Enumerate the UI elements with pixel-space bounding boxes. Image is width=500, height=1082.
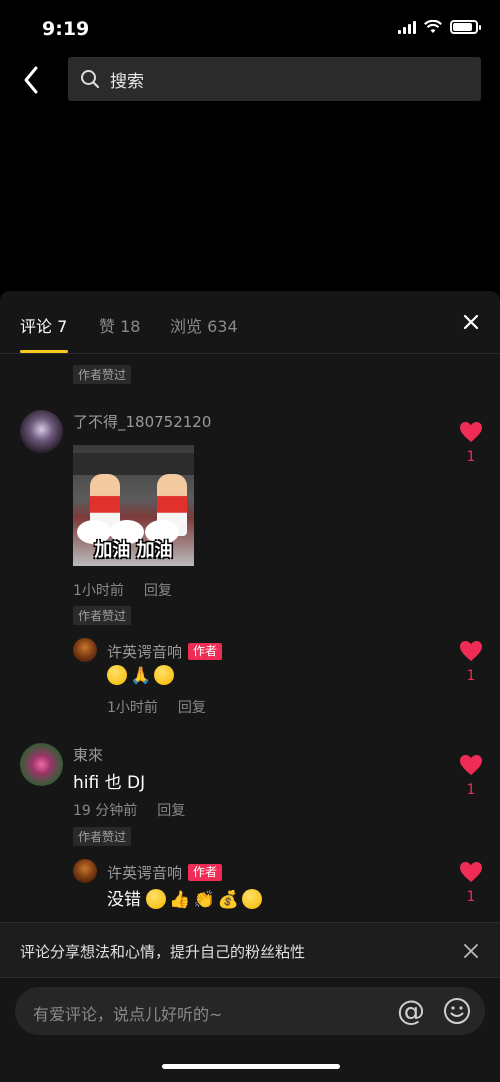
close-hint-icon[interactable] <box>464 944 478 958</box>
comment-input-placeholder: 有爱评论，说点儿好听的~ <box>33 1005 223 1024</box>
like-count: 1 <box>466 889 476 905</box>
like-count: 1 <box>466 449 476 465</box>
comment-username[interactable]: 了不得_180752120 <box>73 411 211 432</box>
author-liked-tag: 作者赞过 <box>73 827 132 846</box>
wifi-icon <box>424 20 442 33</box>
reply-username-text[interactable]: 许英谔音响 <box>107 643 182 661</box>
comment-meta: 1小时前 回复 <box>73 580 172 600</box>
grin-emoji-icon <box>146 889 167 909</box>
reply-username-text[interactable]: 许英谔音响 <box>107 864 182 882</box>
active-tab-indicator <box>20 350 68 353</box>
avatar[interactable] <box>73 859 97 883</box>
author-liked-tag: 作者赞过 <box>73 606 132 625</box>
comment-time: 19 分钟前 <box>73 803 138 819</box>
like-count: 1 <box>466 782 476 798</box>
status-bar: 9:19 <box>0 0 500 56</box>
status-time: 9:19 <box>42 18 90 40</box>
reply-button[interactable]: 回复 <box>178 700 206 716</box>
signal-icon <box>398 20 416 34</box>
home-indicator <box>162 1064 340 1069</box>
thumbs-up-emoji-icon: 👍 <box>169 890 191 910</box>
reply-username: 许英谔音响 作者 <box>107 641 223 662</box>
like-button[interactable]: 1 <box>458 754 484 798</box>
author-badge: 作者 <box>188 864 223 881</box>
heart-icon <box>460 641 482 661</box>
tab-comments[interactable]: 评论 7 <box>20 313 67 337</box>
heart-icon <box>460 422 482 442</box>
search-input[interactable]: 搜索 <box>68 57 481 101</box>
reply-time: 1小时前 <box>107 700 158 716</box>
battery-icon <box>450 20 481 34</box>
search-icon <box>81 70 100 89</box>
reply-text-content: 没错 <box>107 890 141 910</box>
like-button[interactable]: 1 <box>458 640 484 684</box>
reply-text: 没错 👍 👏 💰 <box>107 885 265 910</box>
comment-tabs: 评论 7 赞 18 浏览 634 <box>0 291 500 354</box>
kiss-emoji-icon <box>241 889 262 909</box>
reply-meta: 1小时前 回复 <box>107 697 206 717</box>
comment-hint-banner: 评论分享想法和心情，提升自己的粉丝粘性 <box>0 922 500 978</box>
author-liked-tag: 作者赞过 <box>73 365 132 384</box>
clap-emoji-icon: 👏 <box>193 890 215 910</box>
money-bag-emoji-icon: 💰 <box>217 890 239 910</box>
avatar[interactable] <box>73 638 97 662</box>
like-button[interactable]: 1 <box>458 421 484 465</box>
emoji-smile-icon[interactable] <box>443 997 471 1025</box>
reply-emojis: 🙏 <box>107 665 177 686</box>
avatar[interactable] <box>20 743 63 786</box>
tab-views[interactable]: 浏览 634 <box>170 313 238 337</box>
status-icons <box>398 20 481 34</box>
author-badge: 作者 <box>188 643 223 660</box>
comment-time: 1小时前 <box>73 583 124 599</box>
comment-text: hifi 也 DJ <box>73 773 146 793</box>
hint-text: 评论分享想法和心情，提升自己的粉丝粘性 <box>20 943 306 961</box>
gif-caption: 加油 加油 <box>94 540 173 561</box>
pray-emoji-icon: 🙏 <box>130 666 152 686</box>
reply-username: 许英谔音响 作者 <box>107 862 223 883</box>
heart-icon <box>460 862 482 882</box>
search-placeholder: 搜索 <box>110 71 144 92</box>
avatar[interactable] <box>20 410 63 453</box>
reply-button[interactable]: 回复 <box>144 583 172 599</box>
back-arrow-icon[interactable] <box>18 64 46 96</box>
heart-icon <box>460 755 482 775</box>
like-count: 1 <box>466 668 476 684</box>
comment-input[interactable]: 有爱评论，说点儿好听的~ @ <box>15 987 485 1035</box>
grin-emoji-icon <box>107 665 127 685</box>
reply-button[interactable]: 回复 <box>157 803 185 819</box>
mention-at-icon[interactable]: @ <box>397 993 425 1029</box>
like-button[interactable]: 1 <box>458 861 484 905</box>
close-icon[interactable] <box>462 313 480 331</box>
comment-username[interactable]: 東來 <box>73 744 103 765</box>
gif-sticker-image[interactable]: 加油 加油 <box>73 445 194 566</box>
tab-likes[interactable]: 赞 18 <box>99 313 140 337</box>
kiss-emoji-icon <box>154 665 175 685</box>
comment-meta: 19 分钟前 回复 <box>73 800 185 820</box>
